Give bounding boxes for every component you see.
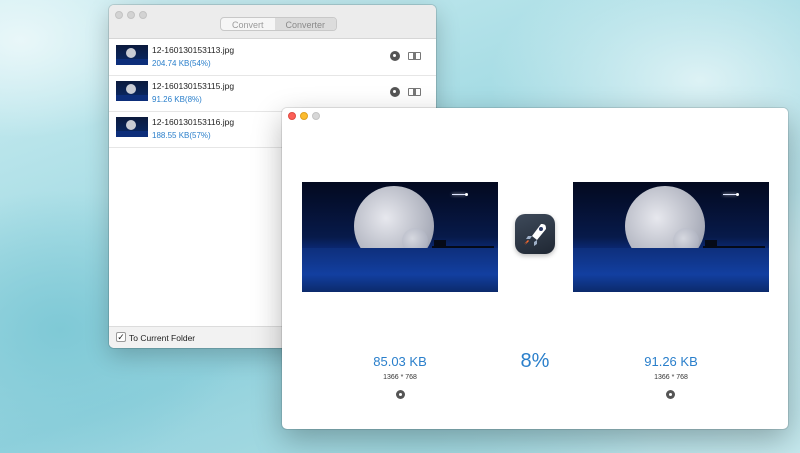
zoom-icon[interactable]: [396, 390, 405, 399]
minimize-button[interactable]: [127, 11, 135, 19]
file-thumbnail: [116, 45, 148, 65]
original-preview-image: [302, 182, 498, 292]
converted-size: 91.26 KB: [644, 354, 698, 369]
file-size: 188.55 KB(57%): [152, 131, 211, 140]
zoom-button[interactable]: [139, 11, 147, 19]
original-dimensions: 1366 * 768: [383, 374, 417, 381]
close-button[interactable]: [115, 11, 123, 19]
title-bar: Convert Converter: [109, 5, 436, 39]
minimize-button[interactable]: [300, 112, 308, 120]
tab-convert[interactable]: Convert: [221, 18, 275, 30]
file-thumbnail: [116, 81, 148, 101]
checkmark-icon: ✓: [117, 332, 125, 342]
file-name: 12-160130153115.jpg: [152, 81, 235, 91]
rocket-icon-glyph: [524, 224, 546, 246]
size-change-percent: 8%: [520, 350, 550, 372]
checkbox-label: To Current Folder: [129, 333, 196, 343]
tab-converter[interactable]: Converter: [274, 18, 337, 30]
close-button[interactable]: [288, 112, 296, 120]
zoom-icon[interactable]: [666, 390, 675, 399]
list-item[interactable]: 12-160130153115.jpg 91.26 KB(8%): [109, 76, 436, 112]
title-bar: [282, 108, 788, 125]
list-item[interactable]: 12-160130153113.jpg 204.74 KB(54%): [109, 40, 436, 76]
file-name: 12-160130153113.jpg: [152, 45, 235, 55]
to-current-folder-checkbox[interactable]: ✓: [116, 332, 126, 342]
zoom-button[interactable]: [312, 112, 320, 120]
rocket-icon: [515, 214, 555, 254]
converted-dimensions: 1366 * 768: [654, 374, 688, 381]
compare-icon[interactable]: [408, 88, 421, 96]
mode-segmented-control: Convert Converter: [220, 17, 338, 31]
file-name: 12-160130153116.jpg: [152, 117, 235, 127]
converted-preview-image: [573, 182, 769, 292]
zoom-icon[interactable]: [390, 51, 400, 61]
zoom-icon[interactable]: [390, 87, 400, 97]
compare-window: 85.03 KB 1366 * 768 8% 91.26 KB 1366 * 7…: [282, 108, 788, 429]
compare-icon[interactable]: [408, 52, 421, 60]
file-thumbnail: [116, 117, 148, 137]
file-size: 204.74 KB(54%): [152, 59, 211, 68]
file-size: 91.26 KB(8%): [152, 95, 202, 104]
original-size: 85.03 KB: [373, 354, 427, 369]
